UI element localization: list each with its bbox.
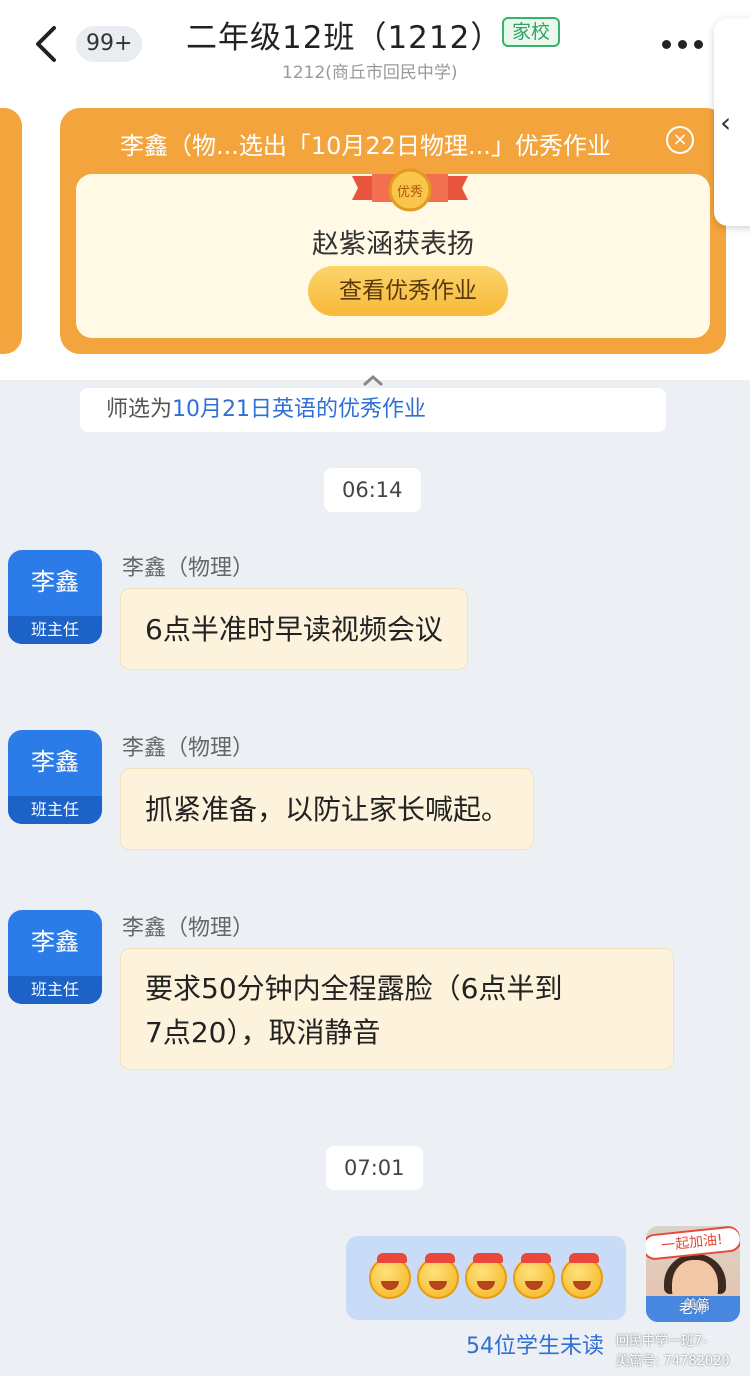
more-dot-icon	[662, 39, 671, 49]
message-bubble[interactable]: 要求50分钟内全程露脸（6点半到 7点20），取消静音	[120, 948, 674, 1070]
grinning-face-emoji	[417, 1253, 459, 1299]
chevron-left-icon	[36, 26, 56, 62]
chat-header: 99+ 二年级12班（1212） 家校 1212(商丘市回民中学)	[0, 0, 750, 100]
group-type-tag: 家校	[502, 17, 561, 47]
grinning-face-emoji	[513, 1253, 555, 1299]
side-drawer-tab[interactable]: ‹	[714, 18, 750, 226]
self-message-bubble[interactable]	[346, 1236, 626, 1320]
praise-text: 赵紫涵获表扬	[312, 229, 474, 260]
avatar-sticker-text: 一起加油!	[646, 1226, 740, 1262]
avatar-role: 班主任	[8, 616, 102, 644]
notice-highlight[interactable]: 10月21日英语的优秀作业	[172, 397, 426, 422]
notice-message[interactable]: 师选为10月21日英语的优秀作业	[80, 388, 666, 432]
svg-text:优秀: 优秀	[397, 185, 423, 200]
chat-subtitle: 1212(商丘市回民中学)	[282, 63, 458, 83]
grinning-face-emoji	[465, 1253, 507, 1299]
avatar[interactable]: 李鑫 班主任	[8, 910, 102, 1004]
timestamp: 07:01	[326, 1146, 423, 1190]
grinning-face-emoji	[369, 1253, 411, 1299]
banner-text: 李鑫（物...选出「10月22日物理...」优秀作业	[120, 132, 611, 160]
sender-name: 李鑫（物理）	[122, 736, 255, 761]
excellent-homework-banner[interactable]: 李鑫（物...选出「10月22日物理...」优秀作业 × 优秀 赵紫涵获表扬 查…	[60, 108, 726, 354]
timestamp: 06:14	[324, 468, 421, 512]
unread-count-badge[interactable]: 99+	[76, 26, 143, 62]
message-bubble[interactable]: 6点半准时早读视频会议	[120, 588, 468, 670]
watermark-text: 回民中学一班7-	[616, 1334, 707, 1349]
more-dot-icon	[694, 39, 703, 49]
message-bubble[interactable]: 抓紧准备，以防让家长喊起。	[120, 768, 535, 850]
watermark-text: 美篇	[684, 1298, 711, 1313]
chevron-up-icon[interactable]	[362, 373, 384, 387]
message-line: 要求50分钟内全程露脸（6点半到	[145, 972, 563, 1005]
avatar-name: 李鑫	[31, 928, 79, 956]
avatar[interactable]: 李鑫 班主任	[8, 550, 102, 644]
notice-prefix: 师选为	[106, 397, 173, 422]
more-options-button[interactable]	[662, 34, 712, 54]
avatar-name: 李鑫	[31, 568, 79, 596]
unread-status[interactable]: 54位学生未读	[466, 1328, 604, 1360]
excellent-ribbon-icon: 优秀	[352, 168, 468, 212]
avatar[interactable]: 李鑫 班主任	[8, 730, 102, 824]
praise-card: 优秀 赵紫涵获表扬 查看优秀作业	[76, 168, 710, 338]
chevron-left-icon: ‹	[720, 106, 732, 139]
view-excellent-homework-button[interactable]: 查看优秀作业	[308, 266, 508, 316]
chat-title: 二年级12班（1212）	[186, 20, 503, 56]
back-button[interactable]	[28, 22, 68, 66]
grinning-face-emoji	[561, 1253, 603, 1299]
close-icon[interactable]: ×	[666, 126, 694, 154]
watermark-text: 美篇号: 74782020	[616, 1354, 730, 1369]
avatar-role: 班主任	[8, 796, 102, 824]
more-dot-icon	[678, 39, 687, 49]
sender-name: 李鑫（物理）	[122, 916, 255, 941]
previous-banner-card[interactable]	[0, 108, 22, 354]
message-line: 7点20），取消静音	[145, 1016, 381, 1049]
avatar-role: 班主任	[8, 976, 102, 1004]
sender-name: 李鑫（物理）	[122, 556, 255, 581]
avatar-name: 李鑫	[31, 748, 79, 776]
